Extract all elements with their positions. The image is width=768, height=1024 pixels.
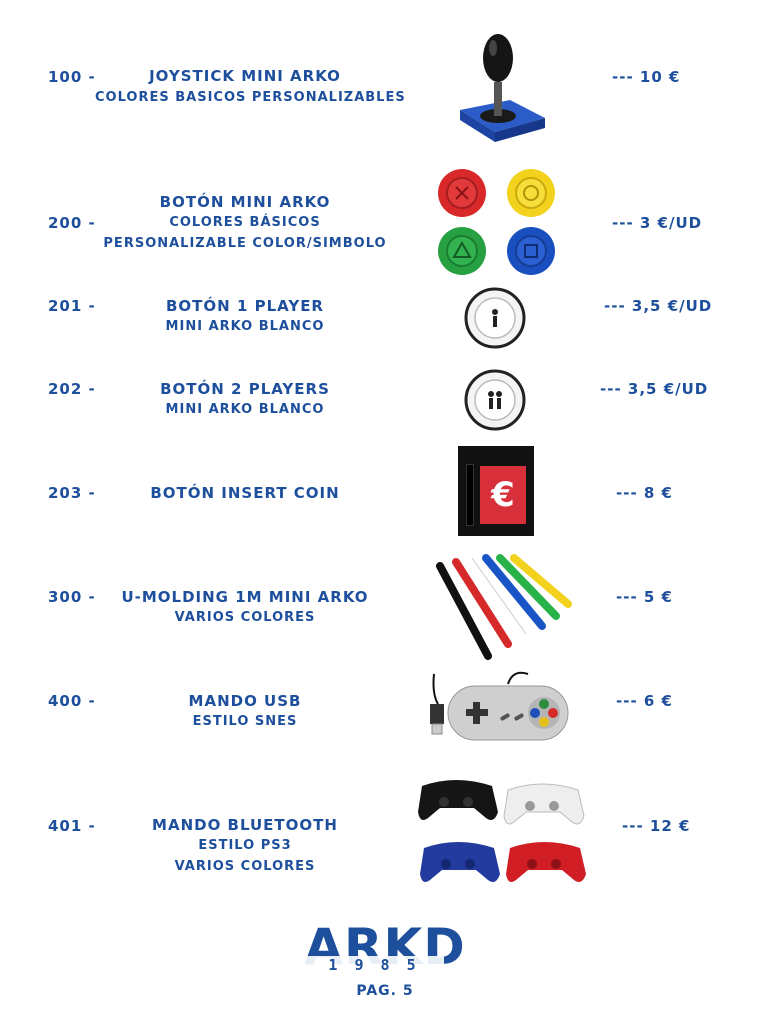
item-code: 202 - [48, 380, 96, 398]
item-code: 200 - [48, 214, 96, 232]
player2-button-image [464, 369, 526, 431]
item-desc: Estilo PS3 [198, 838, 292, 853]
item-code: 300 - [48, 588, 96, 606]
item-title: Mando USB [188, 692, 302, 710]
page-number: Pag. 5 [356, 983, 414, 999]
item-desc: Varios colores [174, 859, 316, 874]
item-desc: Estilo SNES [192, 714, 298, 729]
item-price: --- 10 € [612, 68, 681, 86]
item-price: --- 3,5 €/UD [604, 297, 713, 315]
item-title: Mando bluetooth [152, 816, 338, 834]
insert-coin-image: € [458, 446, 534, 536]
item-desc: Mini arko blanco [165, 319, 325, 334]
item-price: --- 12 € [622, 817, 691, 835]
joystick-image [460, 34, 545, 142]
snes-controller-image [430, 671, 569, 741]
item-price: --- 3,5 €/UD [600, 380, 709, 398]
item-desc: Personalizable color/simbolo [103, 236, 387, 251]
u-molding-image [436, 554, 572, 660]
item-price: --- 5 € [616, 588, 673, 606]
euro-icon: € [480, 466, 526, 524]
item-desc: Mini arko blanco [165, 402, 325, 417]
svg-text:1 9 8 5: 1 9 8 5 [328, 956, 419, 974]
item-price: --- 8 € [616, 484, 673, 502]
item-title: Botón 1 player [166, 297, 324, 315]
item-code: 100 - [48, 68, 96, 86]
player1-button-image [464, 287, 526, 349]
item-title: Botón insert coin [150, 484, 340, 502]
item-code: 400 - [48, 692, 96, 710]
item-desc: Varios colores [174, 610, 316, 625]
item-desc: Colores basicos personalizables [95, 90, 406, 105]
item-code: 203 - [48, 484, 96, 502]
item-price: --- 6 € [616, 692, 673, 710]
ps3-controllers-image [418, 780, 586, 882]
item-title: Joystick mini arko [149, 67, 341, 85]
item-code: 401 - [48, 817, 96, 835]
item-price: --- 3 €/UD [612, 214, 703, 232]
item-title: Botón 2 players [160, 380, 330, 398]
buttons-image [438, 169, 555, 275]
item-code: 201 - [48, 297, 96, 315]
item-title: U-molding 1m mini arko [121, 588, 369, 606]
item-title: Botón mini arko [159, 193, 331, 211]
arkd-logo: ARKD 1 9 8 5 [304, 920, 465, 976]
item-desc: Colores básicos [169, 215, 321, 230]
